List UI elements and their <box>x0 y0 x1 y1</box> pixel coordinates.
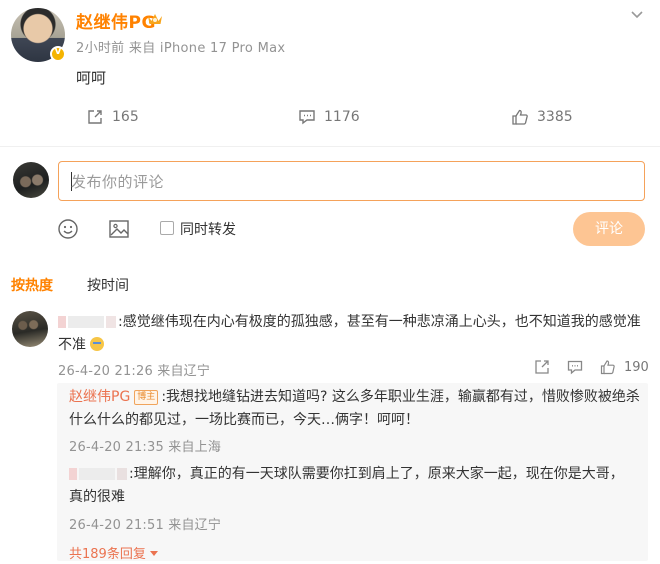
like-button[interactable]: 3385 <box>511 108 573 126</box>
thumbs-up-icon <box>512 109 528 125</box>
comment-text-line1: :感觉继伟现在内心有极度的孤独感，甚至有一种悲凉涌上心头，也不知道我的感觉准 <box>118 314 641 330</box>
reply-meta: 26-4-20 21:35 来自上海 <box>69 440 222 455</box>
comment-meta: 26-4-20 21:26 来自辽宁 <box>58 364 211 379</box>
repost-checkbox[interactable] <box>160 221 174 235</box>
crying-emoji-icon <box>90 337 105 351</box>
comment-input-placeholder: 发布你的评论 <box>71 173 165 191</box>
comment-button[interactable]: 1176 <box>298 108 360 126</box>
redacted-name <box>106 316 116 328</box>
post-text: 呵呵 <box>76 69 107 87</box>
reply-text-line1: :理解你，真正的有一天球队需要你扛到肩上了，原来大家一起，现在你是大哥， <box>129 466 624 482</box>
tab-sort-time[interactable]: 按时间 <box>87 275 129 295</box>
redacted-name <box>117 468 127 480</box>
repost-checkbox-label[interactable]: 同时转发 <box>180 219 236 239</box>
caret-down-icon <box>149 551 158 556</box>
reply-item: 赵继伟PG 博主:我想找地缝钻进去知道吗? 这么多年职业生涯，输赢都有过，惜败惨败… <box>69 386 644 432</box>
chevron-down-icon[interactable] <box>630 8 644 22</box>
image-icon[interactable] <box>108 218 130 240</box>
share-icon <box>88 110 102 124</box>
blogger-badge: 博主 <box>134 390 159 405</box>
current-user-avatar <box>13 162 49 198</box>
reply-text-line1: :我想找地缝钻进去知道吗? 这么多年职业生涯，输赢都有过，惜败惨败被绝杀 <box>161 389 640 405</box>
comment-input[interactable]: 发布你的评论 <box>58 161 645 201</box>
comment-icon <box>299 110 315 125</box>
crown-icon <box>148 14 162 24</box>
share-icon[interactable] <box>534 359 550 375</box>
reply-meta: 26-4-20 21:51 来自辽宁 <box>69 518 222 533</box>
author-name[interactable]: 赵继伟PG <box>76 8 156 33</box>
redacted-name <box>58 316 66 328</box>
post-meta: 2小时前 来自 iPhone 17 Pro Max <box>76 41 286 56</box>
like-count: 3385 <box>537 109 573 125</box>
reply-text-line2: 什么什么的都见过，一场比赛而已，今天…俩字！呵呵！ <box>69 412 419 428</box>
reply-author[interactable]: 赵继伟PG <box>69 389 130 405</box>
reply-icon[interactable] <box>567 359 583 375</box>
reply-text-line2: 真的很难 <box>69 489 125 505</box>
repost-count: 165 <box>112 109 139 125</box>
comment-count: 1176 <box>324 109 360 125</box>
tab-sort-hot[interactable]: 按热度 <box>11 275 53 295</box>
comment-text-line2: 不准 <box>58 337 86 353</box>
redacted-name <box>79 468 115 480</box>
redacted-name <box>69 468 77 480</box>
divider <box>0 146 660 147</box>
repost-button[interactable]: 165 <box>86 108 139 126</box>
thumbs-up-icon[interactable] <box>600 359 616 375</box>
submit-comment-button[interactable]: 评论 <box>573 212 645 246</box>
more-replies-label: 共189条回复 <box>69 547 146 562</box>
emoji-icon[interactable] <box>57 218 79 240</box>
reply-item: :理解你，真正的有一天球队需要你扛到肩上了，原来大家一起，现在你是大哥， 真的很… <box>69 463 644 509</box>
more-replies-link[interactable]: 共189条回复 <box>69 543 158 562</box>
commenter-avatar[interactable] <box>12 311 48 347</box>
redacted-name <box>68 316 104 328</box>
verified-badge-icon <box>50 46 66 62</box>
comment-text: :感觉继伟现在内心有极度的孤独感，甚至有一种悲凉涌上心头，也不知道我的感觉准 不… <box>58 311 648 357</box>
comment-like-count: 190 <box>624 360 649 375</box>
